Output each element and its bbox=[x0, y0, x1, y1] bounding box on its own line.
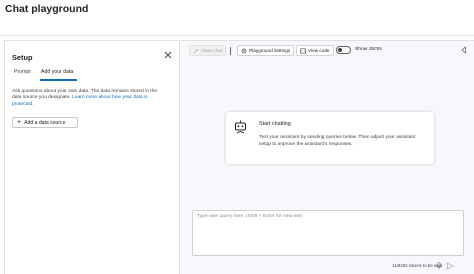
microphone-icon[interactable] bbox=[436, 262, 442, 270]
chat-footer: 11/8192 tokens to be sent bbox=[181, 260, 474, 272]
card-title: Start chatting bbox=[259, 121, 291, 127]
tab-prompt[interactable]: Prompt bbox=[14, 69, 31, 75]
send-icon[interactable] bbox=[446, 262, 454, 270]
view-code-label: View code bbox=[308, 48, 330, 53]
show-json-label: Show JSON bbox=[355, 47, 382, 52]
plus-icon: + bbox=[17, 119, 22, 126]
bot-icon bbox=[235, 120, 246, 134]
gear-icon bbox=[241, 48, 247, 53]
add-data-source-label: Add a data source bbox=[24, 119, 66, 126]
clear-chat-button[interactable]: Clear chat bbox=[189, 45, 227, 56]
page-title: Chat playground bbox=[5, 3, 89, 15]
toggle-knob bbox=[338, 48, 342, 52]
add-data-source-button[interactable]: + Add a data source bbox=[12, 117, 78, 128]
close-icon[interactable] bbox=[163, 50, 173, 60]
clear-chat-label: Clear chat bbox=[201, 48, 223, 53]
code-icon bbox=[300, 48, 306, 54]
setup-panel: Setup Prompt Add your data Ask questions… bbox=[4, 40, 180, 274]
card-text: Test your assistant by sending queries b… bbox=[259, 135, 416, 147]
show-json-toggle[interactable] bbox=[336, 46, 351, 54]
tab-add-your-data[interactable]: Add your data bbox=[41, 69, 73, 75]
playground-settings-button[interactable]: Playground settings bbox=[237, 45, 295, 56]
playground-settings-label: Playground settings bbox=[249, 48, 291, 53]
chat-panel: Clear chat Playground settings View code… bbox=[181, 40, 474, 274]
setup-description: Ask questions about your own data. The d… bbox=[12, 89, 164, 108]
broom-icon bbox=[193, 48, 199, 53]
start-chatting-card: Start chatting Test your assistant by se… bbox=[226, 112, 434, 164]
toolbar-divider bbox=[230, 47, 231, 55]
chat-input-box bbox=[192, 210, 464, 256]
active-tab-indicator bbox=[40, 79, 77, 81]
token-count: 11/8192 tokens to be sent bbox=[392, 263, 443, 268]
collapse-panel-icon[interactable] bbox=[460, 46, 468, 54]
setup-title: Setup bbox=[12, 53, 33, 62]
header-divider bbox=[0, 35, 474, 36]
user-query-input[interactable] bbox=[197, 214, 459, 250]
view-code-button[interactable]: View code bbox=[296, 45, 334, 56]
chat-toolbar: Clear chat Playground settings View code… bbox=[181, 41, 474, 61]
